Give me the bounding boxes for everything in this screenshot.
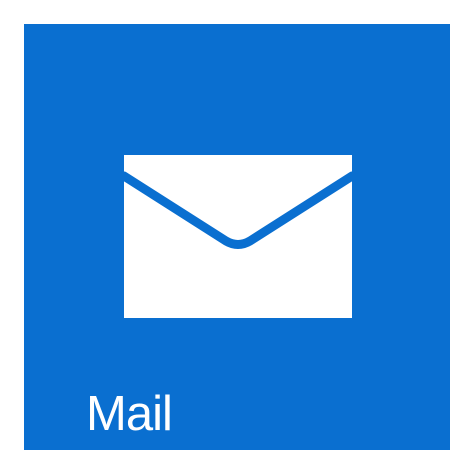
envelope-icon	[124, 155, 352, 318]
tile-label: Mail	[86, 387, 173, 441]
mail-app-tile[interactable]: Mail	[24, 24, 450, 450]
page: Mail	[0, 0, 474, 474]
